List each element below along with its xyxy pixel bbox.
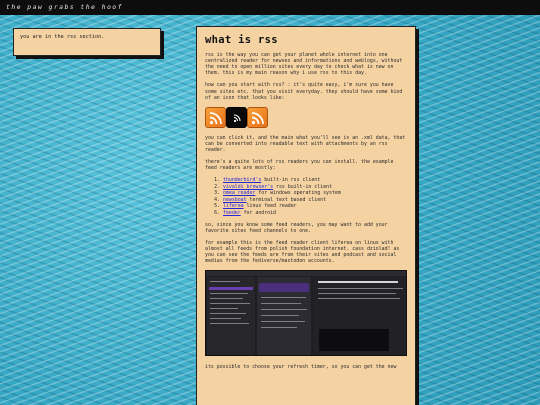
screenshot-selected-feed (209, 287, 253, 291)
site-title: the paw grabs the hoof (6, 3, 123, 11)
screenshot-text-line (318, 298, 400, 300)
how-to-start-paragraph: how can you start with rss? : it's quite… (205, 82, 403, 101)
reader-desc: for windows operating system (255, 190, 341, 197)
reader-desc: terminal text based client (246, 196, 327, 203)
reader-link-omea[interactable]: omea reader (223, 190, 255, 196)
rss-feed-icon (205, 106, 226, 128)
readers-intro-paragraph: there's a quite lots of rss readers you … (205, 159, 394, 172)
rss-feed-icon (247, 106, 268, 128)
rss-icons-row (205, 106, 407, 128)
screenshot-post-title (318, 281, 398, 284)
list-item: omea reader for windows operating system (223, 190, 407, 196)
screenshot-titlebar (206, 271, 406, 277)
article-panel: what is rss rss is the way you can get y… (196, 26, 416, 405)
screenshot-text-line (261, 321, 305, 323)
screenshot-text-line (210, 318, 241, 320)
screenshot-text-line (261, 303, 301, 305)
reader-desc: built-in rss client (261, 177, 321, 184)
screenshot-selected-item (259, 283, 309, 293)
list-item: feeder for android (223, 210, 407, 216)
screenshot-text-line (318, 288, 403, 290)
feed-readers-list: thunderbird's built-in rss client vivald… (223, 177, 407, 216)
rss-feed-icon (226, 106, 247, 128)
screenshot-text-line (261, 297, 306, 299)
reader-link-feeder[interactable]: feeder (223, 210, 241, 216)
list-item: vivaldi browser's rss built-in client (223, 184, 407, 190)
screenshot-text-line (210, 303, 250, 305)
screenshot-text-line (261, 315, 299, 317)
example-paragraph: for example this is the feed reader clie… (205, 239, 400, 265)
reader-link-thunderbird[interactable]: thunderbird's (223, 177, 261, 183)
intro-paragraph: rss is the way you can get your planet w… (205, 52, 403, 77)
reader-desc: rss built-in client (273, 183, 332, 190)
screenshot-text-line (261, 309, 307, 311)
reader-link-liferea[interactable]: liferea (223, 203, 244, 209)
reader-link-vivaldi[interactable]: vivaldi browser's (223, 184, 273, 190)
screenshot-text-line (210, 313, 246, 315)
list-item: liferea linux feed reader (223, 203, 407, 209)
outro-paragraph: its possible to choose your refresh time… (205, 364, 397, 371)
section-indicator-text: you are in the rss section. (20, 34, 105, 40)
section-indicator-panel: you are in the rss section. (13, 28, 161, 56)
reader-desc: linux feed reader (243, 203, 297, 210)
page-title: what is rss (205, 34, 278, 46)
reader-desc: for android (240, 209, 277, 216)
screenshot-text-line (210, 323, 249, 325)
screenshot-text-line (261, 327, 297, 329)
screenshot-text-line (210, 293, 248, 295)
since-paragraph: so, since you know some feed readers, yo… (205, 221, 388, 234)
screenshot-text-line (210, 308, 238, 310)
liferea-screenshot-image (205, 270, 407, 357)
screenshot-text-line (210, 281, 240, 283)
list-item: newsboat terminal text based client (223, 197, 407, 203)
reader-link-newsboat[interactable]: newsboat (223, 197, 247, 203)
screenshot-text-line (318, 293, 396, 295)
site-title-bar: the paw grabs the hoof (0, 0, 540, 15)
screenshot-text-line (210, 298, 243, 300)
list-item: thunderbird's built-in rss client (223, 177, 407, 183)
screenshot-video-thumbnail (319, 329, 389, 352)
click-paragraph: you can click it, and the main what you'… (205, 134, 406, 153)
